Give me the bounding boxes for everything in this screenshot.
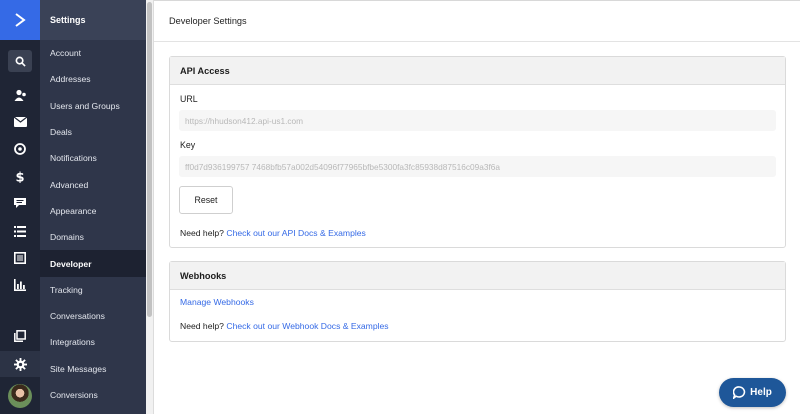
nav-item-tracking[interactable]: Tracking — [40, 277, 146, 303]
help-button-label: Help — [750, 387, 772, 398]
webhook-docs-link[interactable]: Check out our Webhook Docs & Examples — [226, 321, 388, 331]
contacts-icon[interactable] — [0, 82, 40, 108]
url-label: URL — [180, 94, 198, 104]
nav-item-conversations[interactable]: Conversations — [40, 303, 146, 329]
key-field[interactable]: ff0d7d936199757 7468bfb57a002d54096f7796… — [179, 156, 776, 177]
settings-nav: Settings Account Addresses Users and Gro… — [40, 0, 146, 414]
api-docs-link[interactable]: Check out our API Docs & Examples — [226, 228, 365, 238]
webhooks-card: Webhooks Manage Webhooks Need help? Chec… — [169, 261, 786, 342]
api-access-heading: API Access — [170, 57, 785, 85]
help-button[interactable]: Help — [719, 378, 786, 407]
nav-scrollbar[interactable] — [146, 0, 154, 414]
nav-item-addresses[interactable]: Addresses — [40, 66, 146, 92]
api-help-line: Need help? Check out our API Docs & Exam… — [180, 228, 366, 238]
main-content: Developer Settings API Access URL https:… — [154, 0, 800, 414]
dollar-icon[interactable]: $ — [0, 163, 40, 189]
avatar[interactable] — [8, 384, 32, 408]
logo-chevron-icon[interactable] — [0, 0, 40, 40]
nav-item-integrations[interactable]: Integrations — [40, 329, 146, 355]
webhooks-heading: Webhooks — [170, 262, 785, 290]
page-title: Developer Settings — [154, 1, 800, 42]
nav-item-account[interactable]: Account — [40, 40, 146, 66]
document-icon[interactable] — [0, 245, 40, 271]
webhooks-help-line: Need help? Check out our Webhook Docs & … — [180, 321, 389, 331]
nav-item-domains[interactable]: Domains — [40, 224, 146, 250]
manage-webhooks-link[interactable]: Manage Webhooks — [180, 297, 254, 307]
nav-item-users-and-groups[interactable]: Users and Groups — [40, 93, 146, 119]
key-label: Key — [180, 140, 196, 150]
gear-icon[interactable] — [0, 351, 40, 377]
nav-item-deals[interactable]: Deals — [40, 119, 146, 145]
svg-text:$: $ — [15, 170, 24, 183]
icon-rail: $ — [0, 0, 40, 414]
nav-item-developer[interactable]: Developer — [40, 250, 146, 277]
nav-title: Settings — [40, 0, 146, 40]
api-help-prefix: Need help? — [180, 228, 224, 238]
automation-icon[interactable] — [0, 136, 40, 162]
mail-icon[interactable] — [0, 109, 40, 135]
nav-scrollbar-thumb[interactable] — [147, 2, 152, 317]
list-icon[interactable] — [0, 218, 40, 244]
search-icon[interactable] — [8, 50, 32, 72]
api-access-card: API Access URL https://hhudson412.api-us… — [169, 56, 786, 248]
url-field[interactable]: https://hhudson412.api-us1.com — [179, 110, 776, 131]
nav-item-notifications[interactable]: Notifications — [40, 145, 146, 171]
pages-icon[interactable] — [0, 323, 40, 349]
nav-item-appearance[interactable]: Appearance — [40, 198, 146, 224]
chat-icon[interactable] — [0, 190, 40, 216]
chat-bubble-icon — [733, 386, 746, 399]
nav-item-conversions[interactable]: Conversions — [40, 382, 146, 408]
webhooks-help-prefix: Need help? — [180, 321, 224, 331]
reset-button[interactable]: Reset — [179, 186, 233, 214]
nav-item-site-messages[interactable]: Site Messages — [40, 356, 146, 382]
chart-icon[interactable] — [0, 272, 40, 298]
nav-item-advanced[interactable]: Advanced — [40, 171, 146, 197]
